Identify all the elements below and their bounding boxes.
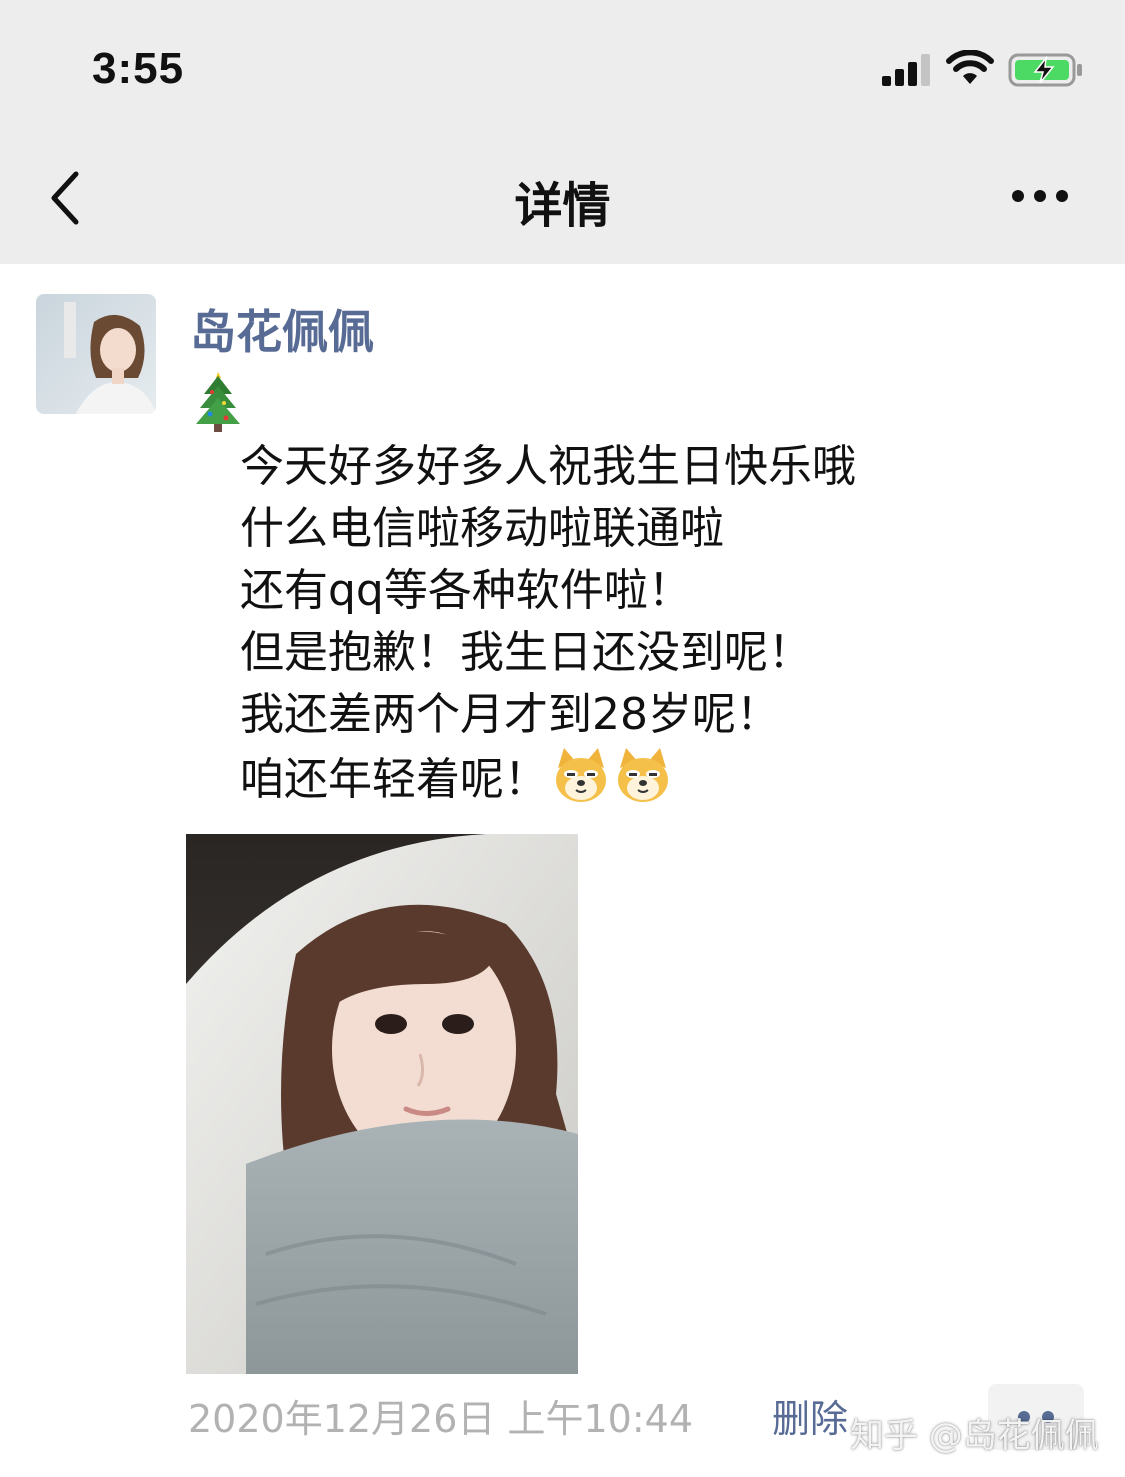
post-photo[interactable] (186, 834, 578, 1374)
post-line-last: 咱还年轻着呢！ (240, 746, 1100, 811)
post-line: 我还差两个月才到28岁呢！ (240, 689, 780, 740)
post-line: 今天好多好多人祝我生日快乐哦 (240, 441, 856, 492)
watermark: 知乎 @岛花佩佩 (850, 1416, 1099, 1456)
cellular-signal-icon (882, 54, 930, 86)
status-time: 3:55 (92, 44, 185, 93)
post-line: 什么电信啦移动啦联通啦 (240, 503, 724, 554)
doge-emoji (556, 748, 606, 802)
post-author[interactable]: 岛花佩佩 (190, 296, 374, 362)
avatar-image (36, 294, 156, 414)
page-title: 详情 (514, 178, 611, 234)
post-body: 今天好多好多人祝我生日快乐哦 什么电信啦移动啦联通啦 还有qq等各种软件啦！ 但… (240, 436, 1100, 811)
post-timestamp: 2020年12月26日 上午10:44 (188, 1397, 694, 1441)
wifi-icon (946, 50, 994, 84)
selfie-photo (186, 834, 578, 1374)
post-line: 还有qq等各种软件啦！ (240, 565, 692, 616)
top-bar: 3:55 详情 (0, 0, 1125, 264)
christmas-tree-emoji (196, 372, 240, 432)
post-line: 咱还年轻着呢！ (240, 754, 548, 805)
battery-charging-icon (1008, 53, 1082, 87)
delete-button[interactable]: 删除 (772, 1388, 848, 1443)
more-horizontal-icon[interactable] (1010, 186, 1070, 206)
avatar[interactable] (36, 294, 156, 414)
post-line: 但是抱歉！我生日还没到呢！ (240, 627, 812, 678)
doge-emoji (618, 748, 668, 802)
